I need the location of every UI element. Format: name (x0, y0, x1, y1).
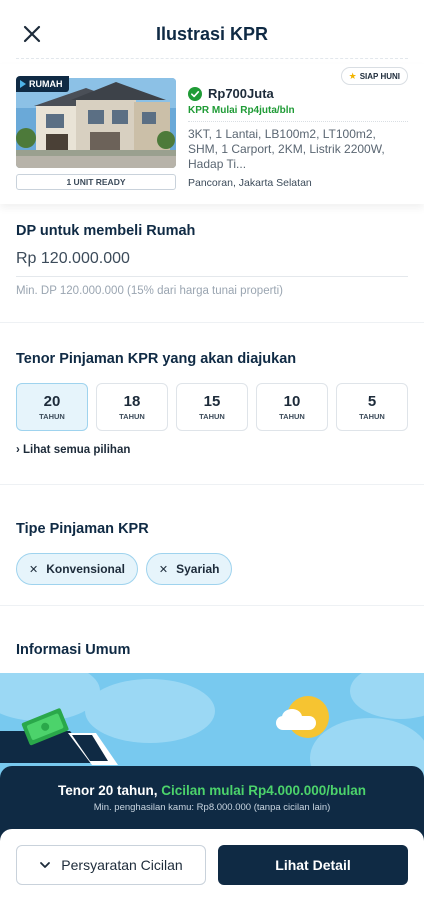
divider (188, 121, 408, 122)
property-summary-card[interactable]: RUMAH 1 UNIT READY ★ SIAP HUNI Rp700Juta… (0, 64, 424, 204)
availability-label: SIAP HUNI (359, 71, 400, 81)
verified-check-icon (188, 86, 202, 101)
tenor-summary: Tenor 20 tahun, (57, 783, 162, 798)
property-location: Pancoran, Jakarta Selatan (188, 177, 312, 189)
requirements-button[interactable]: Persyaratan Cicilan (16, 845, 206, 885)
dp-amount: 120.000.000 (40, 250, 130, 267)
installment-summary-amount: Cicilan mulai Rp4.000.000/bulan (161, 783, 367, 798)
input-underline (16, 276, 408, 277)
tenor-value: 18 (123, 393, 141, 410)
min-income-note: Min. penghasilan kamu: Rp8.000.000 (tanp… (93, 802, 331, 813)
availability-badge: ★ SIAP HUNI (340, 67, 408, 85)
dp-min-note: Min. DP 120.000.000 (15% dari harga tuna… (16, 285, 284, 297)
chip-label: Konvensional (46, 562, 125, 576)
section-divider (0, 484, 424, 485)
tenor-option-15[interactable]: 15 TAHUN (176, 383, 248, 431)
tenor-option-18[interactable]: 18 TAHUN (96, 383, 168, 431)
remove-icon: ✕ (29, 563, 39, 576)
kpr-start-price: KPR Mulai Rp4juta/bln (188, 105, 295, 116)
requirements-button-label: Persyaratan Cicilan (61, 857, 183, 873)
dp-input[interactable]: Rp 120.000.000 (16, 250, 130, 268)
tenor-option-20[interactable]: 20 TAHUN (16, 383, 88, 431)
installment-summary-text: Tenor 20 tahun, Cicilan mulai Rp4.000.00… (0, 783, 424, 798)
section-divider (0, 322, 424, 323)
dp-currency: Rp (16, 250, 37, 267)
star-icon: ★ (348, 70, 357, 81)
flag-icon (20, 80, 26, 88)
divider (16, 58, 408, 59)
tenor-unit: TAHUN (279, 412, 305, 421)
unit-ready-label: 1 UNIT READY (16, 174, 176, 190)
action-bar: Persyaratan Cicilan Lihat Detail (0, 829, 424, 917)
header: Ilustrasi KPR (0, 0, 424, 66)
tenor-section-title: Tenor Pinjaman KPR yang akan diajukan (16, 351, 297, 367)
chevron-down-icon (40, 862, 51, 868)
chip-label: Syariah (176, 562, 220, 576)
dp-section-title: DP untuk membeli Rumah (16, 223, 196, 239)
property-type-label: RUMAH (29, 79, 63, 89)
loan-type-section-title: Tipe Pinjaman KPR (16, 521, 149, 537)
page-title: Ilustrasi KPR (155, 24, 269, 44)
tenor-options: 20 TAHUN 18 TAHUN 15 TAHUN 10 TAHUN 5 TA… (16, 383, 408, 431)
see-detail-button[interactable]: Lihat Detail (218, 845, 408, 885)
chip-syariah[interactable]: ✕ Syariah (145, 553, 233, 585)
remove-icon: ✕ (158, 563, 169, 576)
general-info-section-title: Informasi Umum (16, 642, 131, 658)
tenor-value: 10 (283, 393, 301, 410)
price-row: Rp700Juta (188, 86, 274, 101)
property-price: Rp700Juta (208, 86, 274, 101)
tenor-value: 15 (203, 393, 221, 410)
tenor-value: 5 (367, 393, 377, 410)
tenor-unit: TAHUN (359, 412, 385, 421)
section-divider (0, 605, 424, 606)
property-type-badge: RUMAH (16, 76, 69, 92)
tenor-unit: TAHUN (119, 412, 145, 421)
tenor-unit: TAHUN (199, 412, 225, 421)
tenor-option-5[interactable]: 5 TAHUN (336, 383, 408, 431)
tenor-value: 20 (43, 393, 61, 410)
sticky-summary: Tenor 20 tahun, Cicilan mulai Rp4.000.00… (0, 766, 424, 917)
chip-konvensional[interactable]: ✕ Konvensional (16, 553, 138, 585)
property-specs: 3KT, 1 Lantai, LB100m2, LT100m2, SHM, 1 … (188, 127, 385, 171)
see-all-tenor-link[interactable]: › Lihat semua pilihan (16, 444, 130, 456)
tenor-option-10[interactable]: 10 TAHUN (256, 383, 328, 431)
tenor-unit: TAHUN (39, 412, 65, 421)
loan-type-chips: ✕ Konvensional ✕ Syariah (16, 553, 233, 585)
